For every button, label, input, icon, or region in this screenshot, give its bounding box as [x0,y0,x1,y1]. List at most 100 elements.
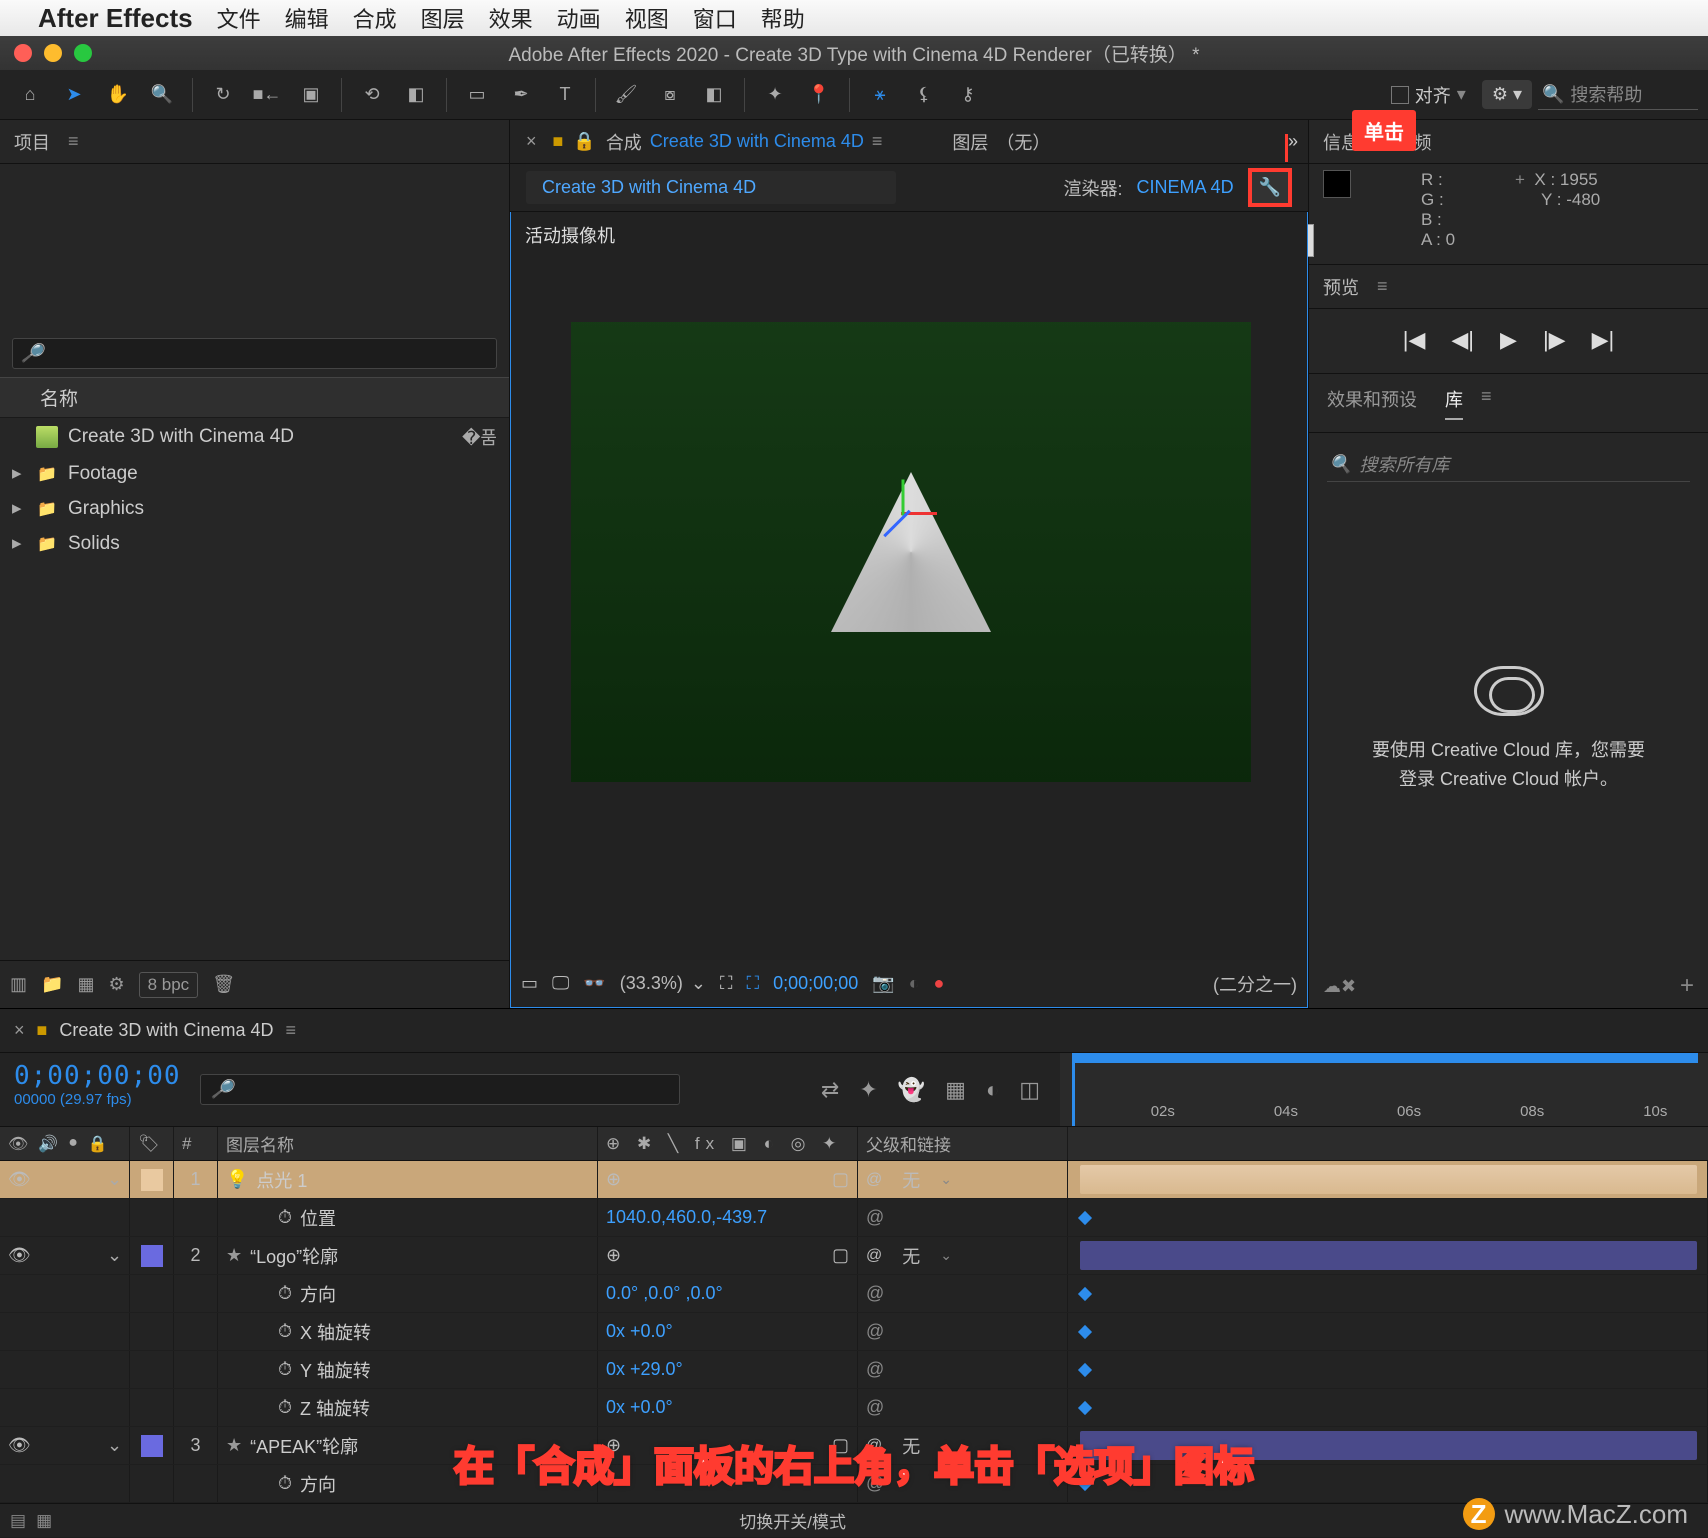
property-track[interactable] [1068,1351,1708,1388]
color-depth-button[interactable]: 8 bpc [139,972,199,998]
label-cell[interactable] [130,1237,174,1274]
minimize-window-icon[interactable] [44,44,62,62]
timeline-property-row[interactable]: ⏱位置1040.0,460.0,-439.7@ [0,1199,1708,1237]
type-tool[interactable]: T [545,75,585,115]
local-axis-mode[interactable]: ⚹ [860,75,900,115]
resolution-dropdown[interactable]: (二分之一) [1213,971,1297,997]
pan-behind-tool[interactable]: ◧ [396,75,436,115]
property-track[interactable] [1068,1313,1708,1350]
property-name-cell[interactable]: ⏱X 轴旋转 [218,1313,598,1350]
comp-tab-menu-icon[interactable]: ≡ [872,131,883,152]
project-column-name-header[interactable]: 名称 [0,377,509,418]
new-folder-icon[interactable]: 📁 [41,974,63,995]
close-tab-icon[interactable]: × [520,131,543,152]
rotate-tool[interactable]: ⟲ [352,75,392,115]
property-value[interactable]: 0x +0.0° [606,1321,673,1342]
stopwatch-icon[interactable]: ⏱ [278,1283,292,1304]
lock-icon[interactable]: 🔒 [573,131,595,152]
timeline-property-row[interactable]: ⏱X 轴旋转0x +0.0°@ [0,1313,1708,1351]
property-value[interactable]: 0x +0.0° [606,1397,673,1418]
add-library-button[interactable]: + [1680,972,1694,1000]
timeline-property-row[interactable]: ⏱方向@ [0,1465,1708,1503]
timeline-layer-row[interactable]: 👁⌄2★“Logo”轮廓⊕▢@无⌄ [0,1237,1708,1275]
comp-flowchart-icon[interactable]: ⇄ [821,1077,839,1103]
keyframe-icon[interactable] [1078,1211,1092,1225]
parent-dropdown[interactable]: @无⌄ [866,1433,952,1459]
video-header-icon[interactable]: 👁 [8,1134,28,1154]
disclosure-icon[interactable]: ⌄ [107,1245,121,1266]
project-item-folder[interactable]: ▸ 📁 Footage [0,456,509,491]
app-name[interactable]: After Effects [38,3,193,34]
menu-edit[interactable]: 编辑 [285,2,329,34]
disclosure-icon[interactable]: ⌄ [107,1435,121,1456]
layer-track[interactable] [1068,1427,1708,1464]
menu-window[interactable]: 窗口 [693,2,737,34]
libraries-tab[interactable]: 库 [1445,386,1463,420]
overflow-icon[interactable]: » [1288,131,1298,152]
timeline-property-row[interactable]: ⏱Y 轴旋转 0x +29.0° @ [0,1351,1708,1389]
comp-viewer-tab[interactable]: 合成 Create 3D with Cinema 4D ≡ [606,129,883,155]
audio-header-icon[interactable]: 🔊 [38,1134,58,1154]
collapse-switch[interactable]: ▢ [832,1245,849,1266]
cloud-sync-icon[interactable]: ☁✖ [1323,976,1356,997]
menu-effect[interactable]: 效果 [489,2,533,34]
keyframe-icon[interactable] [1078,1363,1092,1377]
project-search-input[interactable]: 🔎 [12,338,497,369]
pickwhip-icon[interactable]: @ [866,1283,884,1304]
toggle-switches-icon[interactable]: ▤ [10,1511,26,1531]
stopwatch-icon[interactable]: ⏱ [278,1473,292,1494]
property-value[interactable]: 0.0° ,0.0° ,0.0° [606,1283,723,1304]
lock-header-icon[interactable]: 🔒 [88,1134,108,1154]
label-cell[interactable] [130,1427,174,1464]
menu-animation[interactable]: 动画 [557,2,601,34]
draft3d-icon[interactable]: ✦ [859,1077,877,1103]
track-camera-tool[interactable]: ■← [247,75,287,115]
new-comp-icon[interactable]: ▦ [77,974,94,995]
motion-blur-icon[interactable]: ◐ [986,1077,999,1103]
panel-menu-icon[interactable]: ≡ [285,1020,296,1041]
menu-help[interactable]: 帮助 [761,2,805,34]
roi-icon[interactable]: ⛶ [720,973,733,994]
layer-name-cell[interactable]: ★“APEAK”轮廓 [218,1427,598,1464]
video-toggle[interactable]: 👁 [8,1169,31,1190]
current-timecode[interactable]: 0;00;00;00 [14,1061,176,1091]
shy-switch[interactable]: ⊕ [606,1169,621,1190]
keyframe-icon[interactable] [1078,1325,1092,1339]
work-area-bar[interactable] [1072,1053,1698,1063]
selection-tool[interactable]: ➤ [54,75,94,115]
renderer-options-button[interactable]: 🔧 [1248,168,1292,207]
disclosure-icon[interactable]: ▸ [12,462,26,485]
stopwatch-icon[interactable]: ⏱ [278,1397,292,1418]
menu-file[interactable]: 文件 [217,2,261,34]
channel-icon[interactable]: ◐ [909,973,920,994]
zoom-tool[interactable]: 🔍 [142,75,182,115]
property-name-cell[interactable]: ⏱位置 [218,1199,598,1236]
project-settings-icon[interactable]: ⚙ [108,974,124,995]
eraser-tool[interactable]: ◧ [694,75,734,115]
default-workspace-button[interactable]: ⚙ ▾ [1482,80,1532,109]
magnification-icon[interactable]: ▭ [521,973,538,994]
close-window-icon[interactable] [14,44,32,62]
preview-tab[interactable]: 预览 [1323,270,1359,304]
hand-tool[interactable]: ✋ [98,75,138,115]
property-name-cell[interactable]: ⏱方向 [218,1465,598,1502]
pickwhip-icon[interactable]: @ [866,1247,882,1265]
play-button[interactable]: ▶ [1500,327,1517,353]
menu-layer[interactable]: 图层 [421,2,465,34]
project-panel-menu-icon[interactable]: ≡ [68,131,79,152]
composition-viewport[interactable]: 活动摄像机 [510,212,1308,960]
disclosure-icon[interactable]: ⌄ [107,1169,121,1190]
dolly-camera-tool[interactable]: ▣ [291,75,331,115]
roto-brush-tool[interactable]: ✦ [755,75,795,115]
timeline-tab-name[interactable]: Create 3D with Cinema 4D [59,1020,273,1041]
graph-editor-icon[interactable]: ◫ [1019,1077,1040,1103]
interpret-footage-icon[interactable]: ▥ [10,974,27,995]
video-toggle[interactable]: 👁 [8,1435,31,1456]
renderer-value[interactable]: CINEMA 4D [1137,177,1234,198]
property-name-cell[interactable]: ⏱Y 轴旋转 [218,1351,598,1388]
pickwhip-icon[interactable]: @ [866,1359,884,1380]
current-time-block[interactable]: 0;00;00;00 00000 (29.97 fps) [0,1053,190,1126]
active-camera-label[interactable]: 活动摄像机 [525,222,615,248]
property-value[interactable]: 0x +29.0° [606,1359,683,1380]
close-tab-icon[interactable]: × [14,1020,25,1041]
